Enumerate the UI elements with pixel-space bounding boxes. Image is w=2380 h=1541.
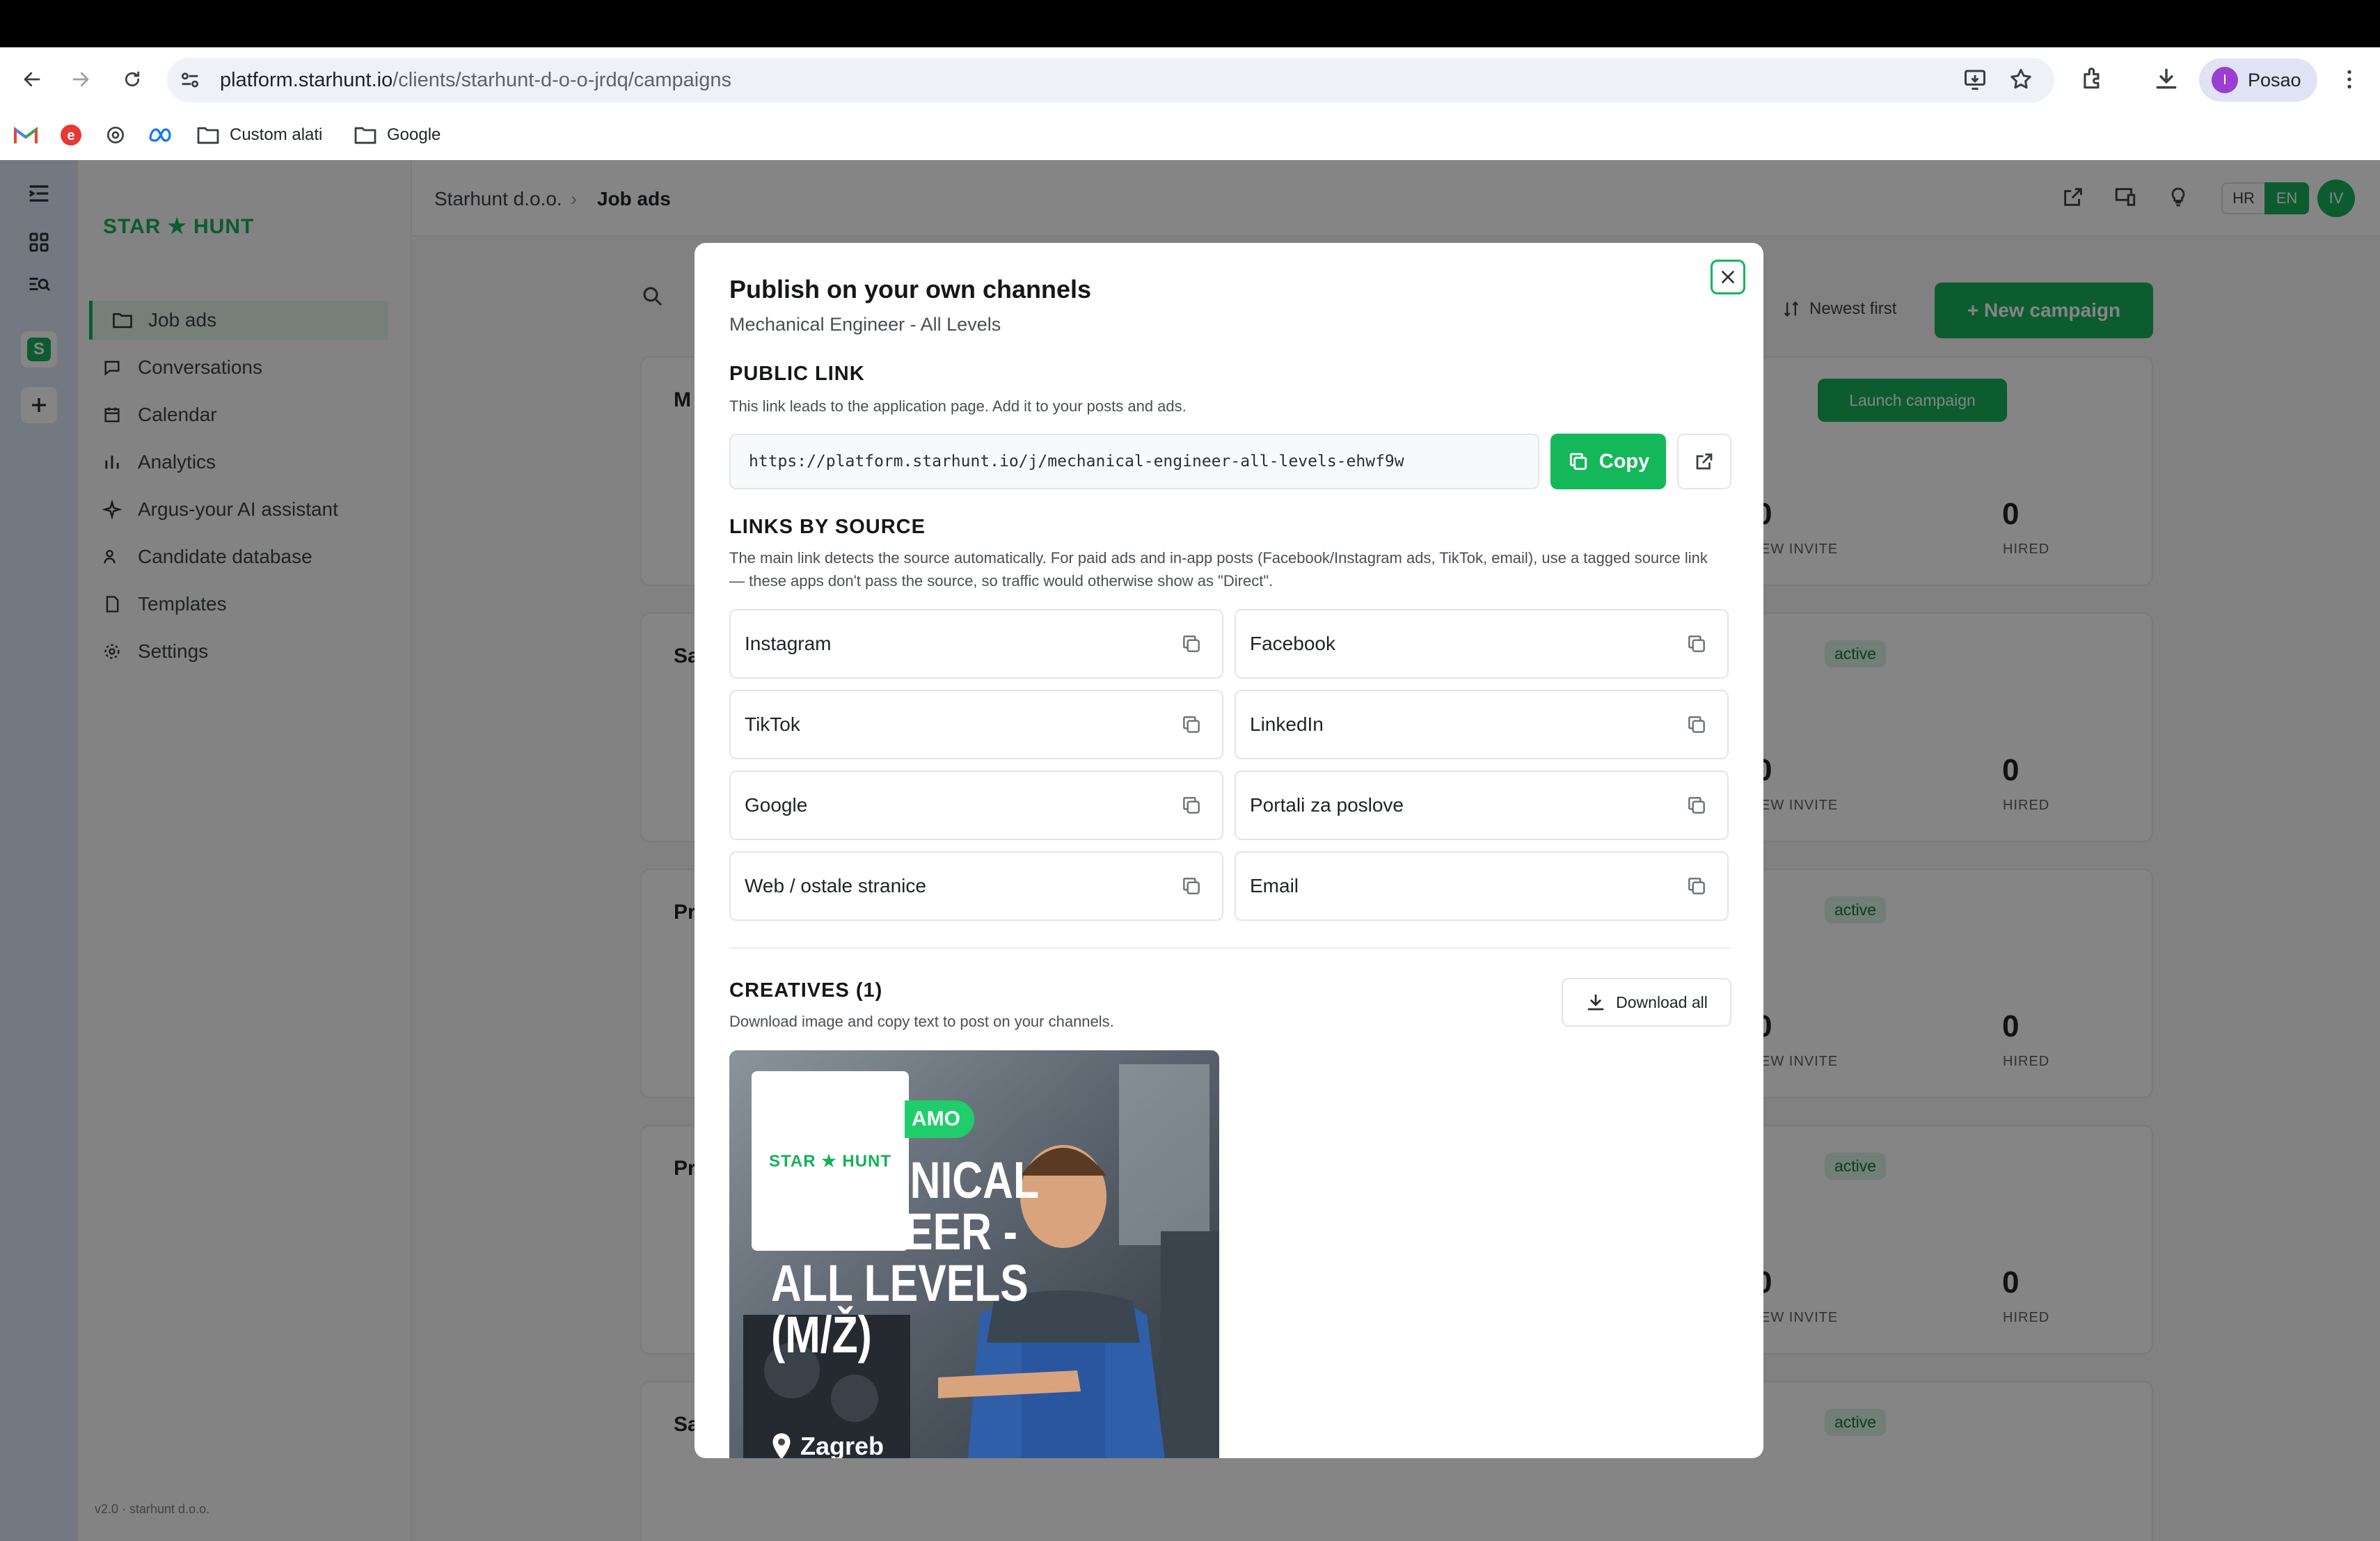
source-label: Web / ostale stranice (745, 875, 926, 896)
source-label: Facebook (1250, 633, 1335, 654)
profile-chip[interactable]: I Posao (2199, 58, 2317, 102)
public-link-heading: PUBLIC LINK (729, 363, 865, 385)
copy-icon (1688, 797, 1705, 814)
creative-location: Zagreb (771, 1432, 884, 1458)
window-top-bar (0, 0, 2380, 47)
copy-link-button[interactable]: Copy (1550, 434, 1666, 489)
headline-line: (M/Ž) (771, 1306, 872, 1364)
arrow-right-icon (72, 72, 89, 87)
headline-line: ANICAL (879, 1151, 1040, 1209)
copy-icon (1569, 452, 1587, 471)
download-all-label: Download all (1616, 993, 1708, 1011)
close-icon (1722, 271, 1734, 283)
source-link-email[interactable]: Email (1235, 851, 1729, 921)
section-divider (729, 947, 1731, 949)
profile-name: Posao (2248, 69, 2301, 90)
site-settings-icon[interactable] (178, 68, 202, 92)
public-link-field[interactable]: https://platform.starhunt.io/j/mechanica… (729, 434, 1539, 489)
download-all-button[interactable]: Download all (1562, 978, 1731, 1027)
source-link-web[interactable]: Web / ostale stranice (729, 851, 1223, 921)
source-label: Instagram (745, 633, 832, 654)
location-label: Zagreb (800, 1432, 884, 1458)
source-link-tiktok[interactable]: TikTok (729, 690, 1223, 759)
downloads-icon[interactable] (2153, 65, 2180, 92)
meta-icon (149, 128, 171, 142)
svg-text:e: e (67, 128, 74, 143)
url-domain: platform.starhunt.io (220, 69, 393, 91)
url-path: /clients/starhunt-d-o-o-jrdq/campaigns (392, 69, 732, 91)
creatives-heading: CREATIVES (1) (729, 979, 883, 1002)
source-link-facebook[interactable]: Facebook (1235, 609, 1729, 679)
copy-icon (1688, 635, 1705, 652)
creative-headline: ANICAL ENGINEER - ALL LEVELS (M/Ž) (771, 1155, 1039, 1361)
arrow-left-icon (24, 72, 40, 87)
links-by-source-heading: LINKS BY SOURCE (729, 516, 926, 538)
copy-icon (1183, 635, 1200, 652)
source-link-linkedin[interactable]: LinkedIn (1235, 690, 1729, 759)
url-text[interactable]: platform.starhunt.io/clients/starhunt-d-… (220, 58, 731, 102)
openai-icon (107, 127, 124, 143)
gmail-bookmark[interactable] (14, 121, 38, 149)
install-app-icon[interactable] (1962, 67, 1988, 92)
creative-image[interactable]: STAR ★ HUNT AMO ANICAL ENGINEER - ALL LE… (729, 1050, 1219, 1458)
creative-banner: AMO (905, 1100, 974, 1138)
source-label: LinkedIn (1250, 713, 1324, 735)
extensions-icon[interactable] (2079, 65, 2106, 92)
folder-icon (354, 127, 376, 144)
copy-icon (1183, 797, 1200, 814)
copy-label: Copy (1598, 450, 1650, 473)
bookmark-folder-google[interactable]: Google (354, 121, 441, 149)
close-button[interactable] (1711, 260, 1745, 294)
public-link-description: This link leads to the application page.… (729, 397, 1187, 415)
e-logo-icon: e (61, 125, 81, 145)
folder-icon (197, 127, 219, 144)
source-link-google[interactable]: Google (729, 770, 1223, 840)
source-link-job-portals[interactable]: Portali za poslove (1235, 770, 1729, 840)
external-link-icon (1696, 453, 1713, 470)
reload-icon (125, 71, 140, 87)
e-bookmark[interactable]: e (60, 121, 82, 149)
star-icon[interactable] (2008, 67, 2033, 92)
modal-title: Publish on your own channels (729, 275, 1092, 303)
creatives-description: Download image and copy text to post on … (729, 1013, 1114, 1030)
back-button[interactable] (13, 60, 51, 99)
open-link-button[interactable] (1677, 434, 1731, 489)
source-label: Google (745, 794, 808, 816)
headline-line: ENGINEER - (771, 1203, 1018, 1261)
source-label: Portali za poslove (1250, 794, 1404, 816)
reload-button[interactable] (113, 60, 152, 99)
gmail-icon (14, 127, 38, 143)
forward-button[interactable] (61, 60, 100, 99)
openai-bookmark[interactable] (104, 121, 127, 149)
bookmark-label: Custom alati (230, 125, 323, 144)
location-pin-icon (772, 1433, 791, 1458)
public-link-url: https://platform.starhunt.io/j/mechanica… (749, 452, 1404, 471)
source-label: Email (1250, 875, 1299, 896)
kebab-menu-icon[interactable] (2337, 67, 2362, 92)
modal-subtitle: Mechanical Engineer - All Levels (729, 314, 1001, 335)
publish-modal: Publish on your own channels Mechanical … (695, 243, 1763, 1458)
links-by-source-description: The main link detects the source automat… (729, 549, 1708, 590)
download-icon (1587, 994, 1604, 1011)
source-label: TikTok (745, 713, 800, 735)
copy-icon (1183, 716, 1200, 733)
copy-icon (1688, 878, 1705, 894)
copy-icon (1183, 878, 1200, 894)
bookmark-folder-custom-alati[interactable]: Custom alati (196, 121, 322, 149)
profile-avatar: I (2212, 67, 2238, 93)
bookmark-label: Google (387, 125, 441, 144)
meta-bookmark[interactable] (148, 121, 174, 149)
copy-icon (1688, 716, 1705, 733)
headline-line: ALL LEVELS (771, 1254, 1029, 1312)
source-link-instagram[interactable]: Instagram (729, 609, 1223, 679)
